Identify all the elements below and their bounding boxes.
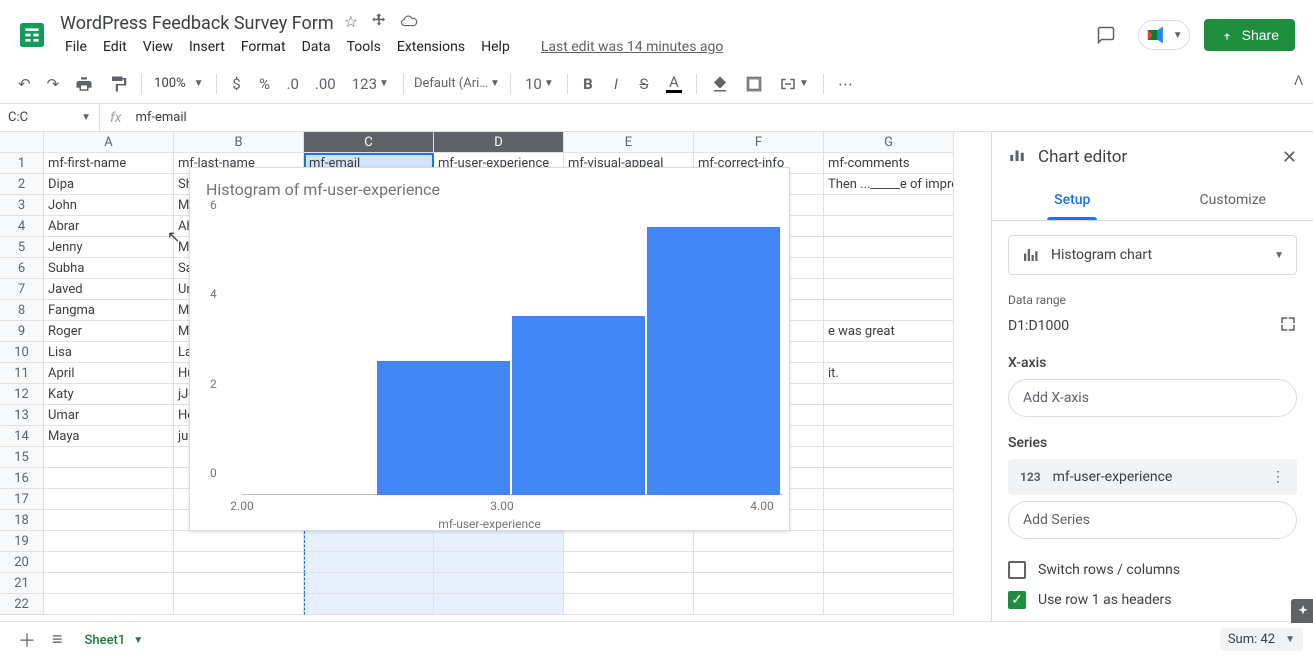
print-icon[interactable]	[69, 71, 99, 97]
sidebar-title: Chart editor	[1038, 147, 1270, 167]
use-row1-checkbox[interactable]: ✓Use row 1 as headers	[1008, 591, 1297, 609]
share-label: Share	[1242, 27, 1279, 43]
cloud-icon[interactable]	[400, 12, 418, 34]
increase-decimal-icon[interactable]: .00	[309, 71, 342, 97]
share-button[interactable]: Share	[1204, 19, 1295, 51]
chart-plot-area: 02462.003.004.00	[226, 205, 773, 495]
format-more-icon[interactable]: 123▼	[346, 71, 395, 97]
series-chip[interactable]: 123 mf-user-experience ⋮	[1008, 459, 1297, 495]
tab-setup[interactable]: Setup	[992, 182, 1153, 220]
zoom-select[interactable]: 100%▼	[150, 76, 207, 91]
add-series-button[interactable]: Add Series	[1008, 501, 1297, 539]
menu-edit[interactable]: Edit	[96, 36, 134, 58]
menu-view[interactable]: View	[136, 36, 180, 58]
borders-icon[interactable]	[739, 71, 769, 97]
chart-title: Histogram of mf-user-experience	[206, 180, 773, 199]
series-label: Series	[1008, 435, 1297, 451]
menu-extensions[interactable]: Extensions	[390, 36, 472, 58]
xaxis-label: X-axis	[1008, 355, 1297, 371]
comments-icon[interactable]	[1088, 17, 1124, 53]
tab-customize[interactable]: Customize	[1153, 182, 1313, 220]
menu-insert[interactable]: Insert	[182, 36, 232, 58]
menu-data[interactable]: Data	[295, 36, 338, 58]
text-color-icon[interactable]: A	[660, 71, 688, 97]
redo-icon[interactable]: ↷	[41, 71, 66, 97]
data-range-label: Data range	[1008, 293, 1297, 307]
chart-x-label: mf-user-experience	[206, 517, 773, 531]
chart-editor-icon	[1008, 146, 1026, 168]
font-size-select[interactable]: 10▼	[519, 71, 559, 97]
explore-icon[interactable]	[1291, 599, 1313, 623]
menu-help[interactable]: Help	[474, 36, 517, 58]
close-icon[interactable]: ✕	[1282, 147, 1297, 168]
strike-icon[interactable]: S	[632, 71, 656, 97]
all-sheets-icon[interactable]: ≡	[44, 623, 71, 656]
last-edit-link[interactable]: Last edit was 14 minutes ago	[541, 39, 724, 55]
chart-type-select[interactable]: Histogram chart ▼	[1008, 235, 1297, 275]
star-icon[interactable]: ☆	[344, 12, 358, 34]
undo-icon[interactable]: ↶	[12, 71, 37, 97]
italic-icon[interactable]: I	[604, 71, 628, 97]
menu-file[interactable]: File	[58, 36, 94, 58]
menu-tools[interactable]: Tools	[340, 36, 388, 58]
currency-icon[interactable]: $	[225, 71, 249, 97]
merge-icon[interactable]: ▼	[773, 71, 815, 97]
percent-icon[interactable]: %	[253, 71, 277, 97]
decrease-decimal-icon[interactable]: .0	[281, 71, 305, 97]
sheet-tabs-bar: ＋ ≡ Sheet1▼ Sum: 42 ▼	[0, 621, 1313, 657]
more-icon[interactable]: ⋯	[832, 71, 859, 97]
meet-button[interactable]: ▼	[1138, 20, 1190, 50]
collapse-toolbar-icon[interactable]: ᐱ	[1294, 74, 1303, 89]
doc-title[interactable]: WordPress Feedback Survey Form	[60, 13, 334, 34]
status-sum[interactable]: Sum: 42	[1228, 632, 1275, 647]
font-select[interactable]: Default (Ari…▼	[412, 72, 502, 95]
toolbar: ↶ ↷ 100%▼ $ % .0 .00 123▼ Default (Ari…▼…	[0, 64, 1313, 104]
menu-bar: File Edit View Insert Format Data Tools …	[56, 36, 1088, 58]
select-range-icon[interactable]	[1279, 315, 1297, 337]
add-xaxis-button[interactable]: Add X-axis	[1008, 379, 1297, 417]
formula-input[interactable]: mf-email	[131, 110, 186, 125]
move-icon[interactable]	[370, 12, 388, 34]
chart-editor-sidebar: Chart editor ✕ Setup Customize Histogram…	[991, 132, 1313, 621]
switch-rows-cols-checkbox[interactable]: Switch rows / columns	[1008, 561, 1297, 579]
series-menu-icon[interactable]: ⋮	[1271, 469, 1285, 485]
sheet-tab[interactable]: Sheet1▼	[71, 625, 158, 654]
bold-icon[interactable]: B	[576, 71, 600, 97]
fx-icon: fx	[100, 110, 131, 126]
fill-color-icon[interactable]	[705, 71, 735, 97]
add-sheet-icon[interactable]: ＋	[10, 621, 44, 659]
chart-overlay[interactable]: Histogram of mf-user-experience 02462.00…	[189, 167, 790, 531]
sheets-logo[interactable]	[12, 15, 52, 55]
menu-format[interactable]: Format	[234, 36, 293, 58]
paint-format-icon[interactable]	[103, 71, 133, 97]
data-range-value[interactable]: D1:D1000	[1008, 318, 1069, 334]
name-box[interactable]: C:C▼	[0, 104, 100, 131]
